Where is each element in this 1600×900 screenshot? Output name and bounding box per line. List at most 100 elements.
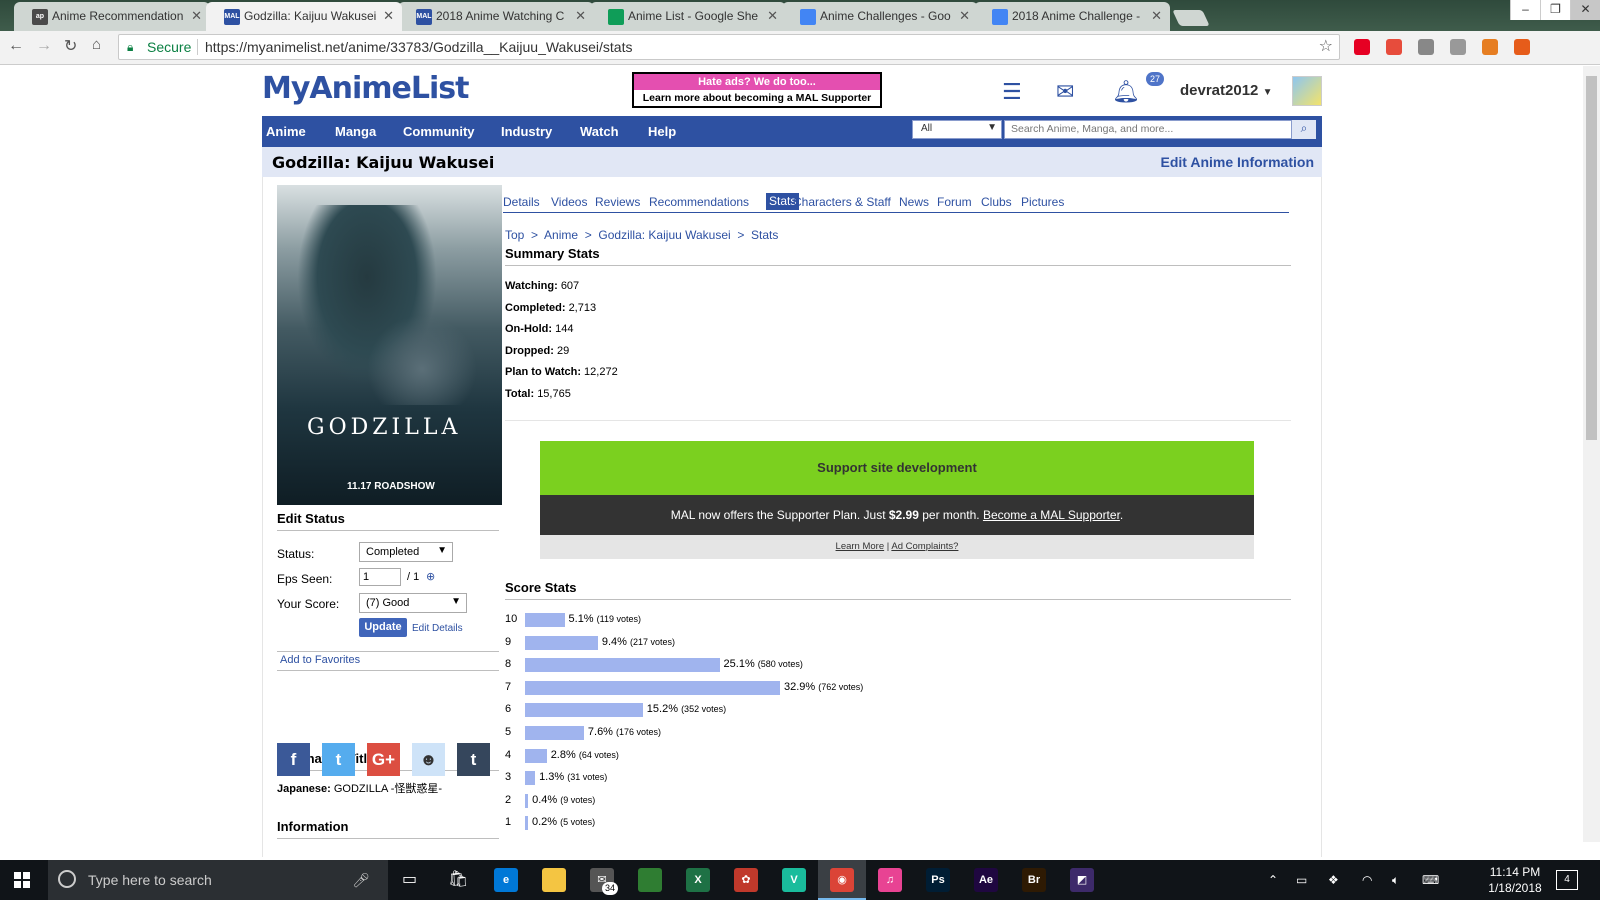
- list-icon[interactable]: ☰: [1002, 79, 1022, 105]
- status-select[interactable]: Completed ▼: [359, 542, 453, 562]
- bookmark-star-icon[interactable]: ☆: [1319, 35, 1333, 59]
- battery-icon[interactable]: ▭: [1296, 860, 1307, 900]
- nav-watch[interactable]: Watch: [580, 124, 619, 139]
- dropbox-icon[interactable]: ❖: [1328, 860, 1339, 900]
- breadcrumb-item[interactable]: Top: [505, 228, 524, 242]
- browser-tab[interactable]: Anime List - Google She ✕: [590, 2, 786, 31]
- breadcrumb-item[interactable]: Stats: [751, 228, 778, 242]
- home-icon[interactable]: ⌂: [92, 36, 101, 53]
- anime-poster-image[interactable]: GODZILLA 11.17 ROADSHOW: [277, 185, 502, 505]
- tab-close-icon[interactable]: ✕: [767, 8, 778, 24]
- new-tab-button[interactable]: [1172, 10, 1210, 26]
- edit-anime-info-link[interactable]: Edit Anime Information: [1161, 154, 1314, 170]
- tab-close-icon[interactable]: ✕: [575, 8, 586, 24]
- edge-icon[interactable]: e: [494, 868, 518, 892]
- nav-anime[interactable]: Anime: [266, 124, 306, 139]
- tab-characters-staff[interactable]: Characters & Staff: [793, 195, 891, 209]
- premiere-ext-icon[interactable]: ◩: [1070, 868, 1094, 892]
- avatar[interactable]: [1292, 76, 1322, 106]
- eps-seen-input[interactable]: 1: [359, 568, 401, 586]
- mail-icon[interactable]: ✉: [1056, 79, 1074, 105]
- green-app-icon[interactable]: [638, 868, 662, 892]
- nav-community[interactable]: Community: [403, 124, 475, 139]
- action-center-icon[interactable]: 4: [1556, 870, 1578, 890]
- browser-tab[interactable]: Anime Challenges - Goo ✕: [782, 2, 978, 31]
- tab-reviews[interactable]: Reviews: [595, 195, 640, 209]
- site-logo[interactable]: MyAnimeList: [262, 71, 469, 106]
- tab-recommendations[interactable]: Recommendations: [649, 195, 749, 209]
- breadcrumb-item[interactable]: Godzilla: Kaijuu Wakusei: [598, 228, 730, 242]
- keyboard-icon[interactable]: ⌨: [1422, 860, 1439, 900]
- tab-news[interactable]: News: [899, 195, 929, 209]
- ad-complaints-link[interactable]: Ad Complaints?: [891, 541, 958, 552]
- tab-videos[interactable]: Videos: [551, 195, 587, 209]
- photos-icon[interactable]: ✿: [734, 868, 758, 892]
- page-scrollbar[interactable]: [1583, 66, 1600, 842]
- search-icon[interactable]: ⌕: [1292, 120, 1316, 139]
- excel-icon[interactable]: X: [686, 868, 710, 892]
- extension-icon[interactable]: [1386, 39, 1402, 55]
- extension-icon[interactable]: [1514, 39, 1530, 55]
- supporter-ad-banner[interactable]: Hate ads? We do too... Learn more about …: [632, 72, 882, 108]
- extension-icon[interactable]: [1354, 39, 1370, 55]
- taskbar-clock[interactable]: 11:14 PM 1/18/2018: [1480, 864, 1550, 896]
- url-input[interactable]: 🔒︎ Secure https://myanimelist.net/anime/…: [118, 34, 1340, 60]
- chrome-icon[interactable]: ◉: [830, 868, 854, 892]
- nav-industry[interactable]: Industry: [501, 124, 552, 139]
- reload-icon[interactable]: ↻: [64, 36, 77, 56]
- become-supporter-link[interactable]: Become a MAL Supporter: [983, 508, 1120, 522]
- tab-pictures[interactable]: Pictures: [1021, 195, 1064, 209]
- vivaldi-icon[interactable]: V: [782, 868, 806, 892]
- start-button[interactable]: [14, 872, 30, 888]
- browser-tab[interactable]: MAL 2018 Anime Watching C ✕: [398, 2, 594, 31]
- wifi-icon[interactable]: ◠: [1362, 860, 1372, 900]
- taskbar-search-input[interactable]: Type here to search 🎤︎: [48, 860, 388, 900]
- browser-tab[interactable]: ap Anime Recommendation ✕: [14, 2, 210, 31]
- microphone-icon[interactable]: 🎤︎: [352, 860, 370, 900]
- add-to-favorites-link[interactable]: Add to Favorites: [277, 651, 499, 671]
- tab-clubs[interactable]: Clubs: [981, 195, 1012, 209]
- maximize-button[interactable]: ❐: [1540, 0, 1570, 20]
- googleplus-icon[interactable]: G+: [367, 743, 400, 776]
- forward-icon[interactable]: →: [36, 37, 52, 55]
- extension-icon[interactable]: [1450, 39, 1466, 55]
- tumblr-icon[interactable]: t: [457, 743, 490, 776]
- score-select[interactable]: (7) Good ▼: [359, 593, 467, 613]
- update-button[interactable]: Update: [359, 618, 407, 637]
- nav-help[interactable]: Help: [648, 124, 676, 139]
- tab-close-icon[interactable]: ✕: [383, 8, 394, 24]
- bell-icon[interactable]: 🔔︎: [1112, 79, 1140, 105]
- photoshop-icon[interactable]: Ps: [926, 868, 950, 892]
- task-view-icon[interactable]: ▭: [402, 860, 417, 900]
- tab-forum[interactable]: Forum: [937, 195, 972, 209]
- explorer-icon[interactable]: [542, 868, 566, 892]
- after-effects-icon[interactable]: Ae: [974, 868, 998, 892]
- bridge-icon[interactable]: Br: [1022, 868, 1046, 892]
- nav-manga[interactable]: Manga: [335, 124, 376, 139]
- tab-close-icon[interactable]: ✕: [1151, 8, 1162, 24]
- store-icon[interactable]: 🛍︎: [448, 860, 468, 900]
- facebook-icon[interactable]: f: [277, 743, 310, 776]
- search-input[interactable]: Search Anime, Manga, and more...: [1004, 120, 1292, 139]
- extension-icon[interactable]: [1482, 39, 1498, 55]
- browser-tab[interactable]: 2018 Anime Challenge - ✕: [974, 2, 1170, 31]
- volume-icon[interactable]: 🔈︎: [1392, 860, 1399, 900]
- scrollbar-thumb[interactable]: [1586, 76, 1597, 440]
- browser-tab[interactable]: MAL Godzilla: Kaijuu Wakusei ✕: [206, 2, 402, 31]
- minimize-button[interactable]: –: [1510, 0, 1540, 20]
- tab-close-icon[interactable]: ✕: [191, 8, 202, 24]
- extension-icon[interactable]: [1418, 39, 1434, 55]
- close-window-button[interactable]: ✕: [1570, 0, 1600, 20]
- search-category-select[interactable]: All ▼: [912, 120, 1002, 139]
- edit-details-link[interactable]: Edit Details: [412, 623, 463, 634]
- learn-more-link[interactable]: Learn More: [836, 541, 885, 552]
- tab-details[interactable]: Details: [503, 195, 540, 209]
- increment-eps-icon[interactable]: ⊕: [426, 570, 435, 583]
- show-hidden-icons[interactable]: ⌃: [1268, 860, 1278, 900]
- user-menu[interactable]: devrat2012 ▼: [1180, 82, 1272, 99]
- breadcrumb-item[interactable]: Anime: [544, 228, 578, 242]
- back-icon[interactable]: ←: [8, 37, 24, 55]
- reddit-icon[interactable]: ☻: [412, 743, 445, 776]
- twitter-icon[interactable]: t: [322, 743, 355, 776]
- tab-close-icon[interactable]: ✕: [959, 8, 970, 24]
